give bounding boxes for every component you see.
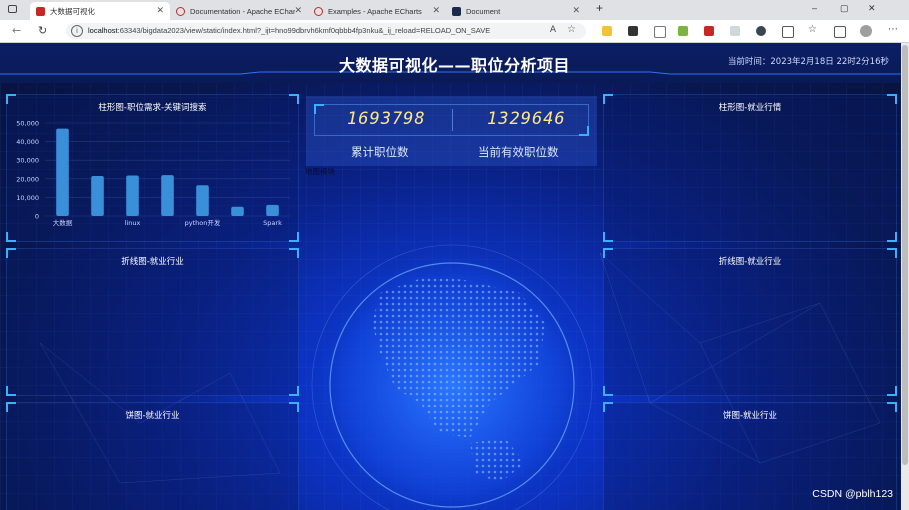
tab-echarts-examples[interactable]: Examples - Apache ECharts ✕ (308, 2, 446, 20)
close-window-button[interactable]: ✕ (868, 3, 876, 14)
browser-tab-bar: 大数据可视化 ✕ Documentation - Apache ECharts … (0, 0, 909, 20)
extension-icon[interactable] (602, 26, 612, 36)
x-tick-label: Spark (263, 219, 282, 227)
tab-actions-icon[interactable] (8, 5, 17, 13)
active-jobs-value: 1329646 (487, 109, 566, 129)
extension-icon[interactable] (730, 26, 740, 36)
bar (196, 185, 209, 216)
favorite-star-icon[interactable]: ☆ (567, 24, 576, 35)
new-tab-button[interactable]: + (596, 1, 603, 15)
bar (231, 206, 244, 216)
read-aloud-icon[interactable]: A (550, 25, 556, 35)
x-tick-label: python开发 (185, 218, 221, 227)
panel-line-industry-right: 折线图-就业行业 (603, 248, 897, 396)
url-field[interactable]: i localhost:63343/bigdata2023/view/stati… (66, 23, 586, 39)
y-tick-label: 30,000 (16, 157, 39, 165)
maximize-button[interactable]: ▢ (840, 3, 849, 14)
stats-divider (452, 109, 453, 131)
keyword-bar-chart: 0 10,000 20,000 30,000 40,000 50,000 大数据 linux p… (16, 120, 290, 227)
url-text: localhost:63343/bigdata2023/view/static/… (88, 26, 490, 35)
panel-corner (289, 386, 299, 396)
panel-corner (603, 386, 613, 396)
y-tick-label: 0 (35, 213, 39, 221)
bar (126, 175, 139, 216)
tab-echarts-docs[interactable]: Documentation - Apache ECharts ✕ (170, 2, 308, 20)
panel-bar-keyword: 柱形图-职位需求-关键词搜索 0 10,000 20,000 30,000 40,000… (6, 94, 299, 242)
scrollbar-thumb[interactable] (902, 45, 908, 465)
tab-document[interactable]: Document ✕ (446, 2, 586, 20)
bar (266, 204, 279, 216)
panel-title: 饼图-就业行业 (722, 411, 778, 421)
panel-bar-employment: 柱形图-就业行情 (603, 94, 897, 242)
url-path: :63343/bigdata2023/view/static/index.htm… (117, 26, 491, 35)
panel-title: 饼图-就业行业 (125, 411, 180, 421)
tab-label: Document (466, 6, 501, 16)
x-tick-label: linux (125, 219, 141, 227)
panel-title: 折线图-就业行业 (718, 257, 782, 267)
tab-label: 大数据可视化 (50, 6, 95, 16)
tab-label: Documentation - Apache ECharts (190, 6, 295, 16)
url-host: localhost (88, 26, 118, 35)
address-bar-row: ← ↻ i localhost:63343/bigdata2023/view/s… (0, 20, 909, 43)
close-tab-icon[interactable]: ✕ (156, 5, 164, 16)
puzzle-icon[interactable] (782, 26, 794, 38)
y-tick-label: 10,000 (16, 194, 39, 202)
extension-icon[interactable] (654, 26, 666, 38)
dashboard-page: 大数据可视化——职位分析项目 当前时间：2023年2月18日 22时2分16秒 … (0, 43, 909, 510)
echarts-favicon-icon (176, 6, 185, 16)
extension-icon[interactable] (704, 26, 714, 36)
panel-corner (314, 104, 324, 114)
extension-icon[interactable] (678, 26, 688, 36)
watermark: CSDN @pblh123 (812, 488, 893, 500)
bar (91, 176, 104, 216)
close-tab-icon[interactable]: ✕ (432, 5, 440, 16)
panel-corner (603, 232, 613, 242)
back-arrow-icon[interactable]: ← (12, 24, 21, 37)
reload-icon[interactable]: ↻ (38, 24, 47, 37)
echarts-favicon-icon (314, 6, 323, 16)
page-header: 大数据可视化——职位分析项目 当前时间：2023年2月18日 22时2分16秒 (0, 43, 909, 83)
tab-dashboard[interactable]: 大数据可视化 ✕ (30, 2, 170, 20)
close-tab-icon[interactable]: ✕ (572, 5, 580, 16)
panel-corner (887, 386, 897, 396)
panel-pie-industry-left: 饼图-就业行业 (6, 402, 299, 510)
panel-corner (579, 126, 589, 136)
map-module-label: 地图模块 (305, 167, 335, 176)
panel-title: 柱形图-就业行情 (718, 103, 782, 113)
site-info-icon[interactable]: i (71, 25, 83, 37)
vertical-scrollbar[interactable] (901, 43, 909, 510)
y-tick-label: 50,000 (16, 120, 39, 128)
current-time: 当前时间：2023年2月18日 22时2分16秒 (727, 57, 889, 67)
extension-icon[interactable] (756, 26, 766, 36)
bar (56, 128, 69, 216)
extension-icon[interactable] (628, 26, 638, 36)
bar (161, 175, 174, 216)
active-jobs-label: 当前有效职位数 (478, 145, 559, 159)
stats-digits-frame: 1693798 1329646 (314, 104, 589, 136)
panel-corner (6, 386, 16, 396)
minimize-button[interactable]: – (812, 3, 817, 13)
total-jobs-value: 1693798 (347, 109, 426, 129)
panel-line-industry-left: 折线图-就业行业 (6, 248, 299, 396)
tab-label: Examples - Apache ECharts (328, 6, 422, 16)
panel-corner (887, 232, 897, 242)
y-tick-label: 20,000 (16, 175, 39, 183)
favorites-icon[interactable]: ☆ (808, 24, 817, 35)
x-tick-label: 大数据 (53, 218, 73, 227)
y-tick-label: 40,000 (16, 138, 39, 146)
tab-favicon-icon (36, 6, 45, 16)
total-jobs-label: 累计职位数 (351, 145, 409, 159)
stats-box: 1693798 1329646 累计职位数 当前有效职位数 (306, 96, 597, 166)
close-tab-icon[interactable]: ✕ (294, 5, 302, 16)
profile-avatar-icon[interactable] (860, 25, 872, 37)
collections-icon[interactable] (834, 26, 846, 38)
more-menu-icon[interactable]: ⋯ (888, 24, 898, 35)
panel-title: 折线图-就业行业 (121, 257, 184, 267)
document-favicon-icon (452, 6, 461, 16)
